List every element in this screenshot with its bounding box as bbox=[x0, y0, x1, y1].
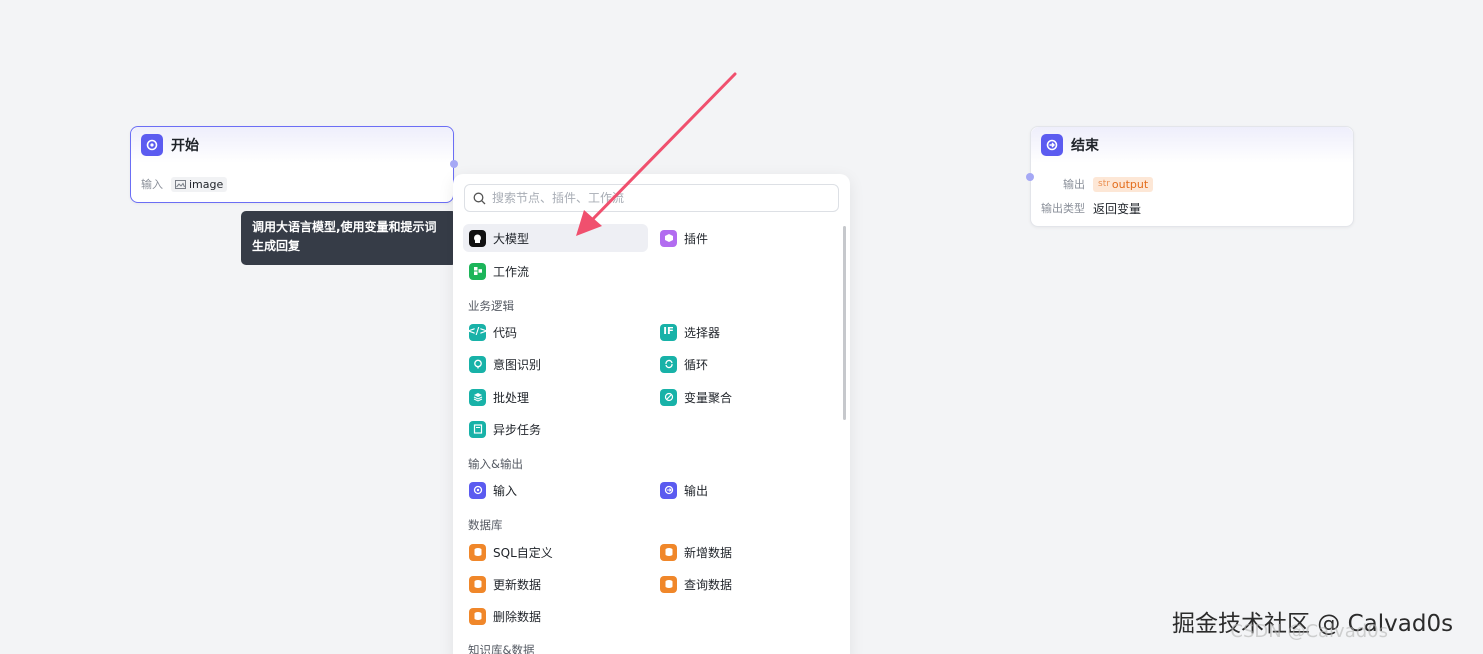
item-delete-data-label: 删除数据 bbox=[493, 609, 542, 624]
layers-icon bbox=[469, 388, 486, 406]
end-node-input-port[interactable] bbox=[1026, 173, 1034, 181]
output-var-name: output bbox=[1111, 177, 1149, 191]
workflow-icon bbox=[469, 262, 486, 280]
item-intent[interactable]: 意图识别 bbox=[463, 350, 641, 378]
string-type-icon: str bbox=[1098, 179, 1110, 189]
item-update-data[interactable]: 更新数据 bbox=[463, 570, 641, 598]
output-label: 输出 bbox=[1063, 178, 1085, 191]
item-output[interactable]: 输出 bbox=[654, 476, 832, 504]
output-type-value: 返回变量 bbox=[1093, 201, 1142, 216]
item-loop[interactable]: 循环 bbox=[654, 350, 832, 378]
item-update-data-label: 更新数据 bbox=[493, 577, 542, 592]
item-query-data[interactable]: 查询数据 bbox=[654, 570, 832, 598]
section-title-io: 输入&输出 bbox=[468, 457, 523, 471]
item-sql[interactable]: SQL自定义 bbox=[463, 538, 641, 566]
item-code-label: 代码 bbox=[493, 325, 518, 340]
node-picker-panel: 大模型 插件 工作流 业务逻辑 </> 代码 IF 选择器 意图识别 循环 bbox=[453, 174, 850, 654]
output-var-tag: str output bbox=[1093, 176, 1154, 192]
watermark: 掘金技术社区 @ Calvad0s CSDN @Calvad0s bbox=[1172, 604, 1453, 642]
item-llm-label: 大模型 bbox=[493, 231, 530, 246]
item-input[interactable]: 输入 bbox=[463, 476, 641, 504]
item-batch[interactable]: 批处理 bbox=[463, 383, 641, 411]
image-icon bbox=[175, 179, 186, 189]
item-code[interactable]: </> 代码 bbox=[463, 318, 641, 346]
item-loop-label: 循环 bbox=[684, 357, 709, 372]
search-input[interactable] bbox=[492, 191, 812, 205]
aggregate-icon bbox=[660, 388, 677, 406]
search-icon bbox=[473, 192, 486, 204]
item-add-data-label: 新增数据 bbox=[684, 545, 733, 560]
section-title-db: 数据库 bbox=[468, 518, 503, 532]
item-batch-label: 批处理 bbox=[493, 390, 530, 405]
database-add-icon bbox=[660, 543, 677, 561]
plugin-icon bbox=[660, 229, 677, 247]
item-selector[interactable]: IF 选择器 bbox=[654, 318, 832, 346]
loop-icon bbox=[660, 355, 677, 373]
item-sql-label: SQL自定义 bbox=[493, 545, 553, 560]
item-intent-label: 意图识别 bbox=[493, 357, 542, 372]
start-node-input-row: 输入 image bbox=[131, 172, 453, 196]
item-workflow[interactable]: 工作流 bbox=[463, 257, 641, 285]
item-plugin[interactable]: 插件 bbox=[654, 224, 832, 252]
item-add-data[interactable]: 新增数据 bbox=[654, 538, 832, 566]
output-type-label: 输出类型 bbox=[1041, 202, 1085, 215]
database-query-icon bbox=[660, 575, 677, 593]
start-icon bbox=[141, 134, 163, 156]
panel-scrollbar[interactable] bbox=[843, 226, 846, 420]
item-query-data-label: 查询数据 bbox=[684, 577, 733, 592]
if-icon: IF bbox=[660, 323, 677, 341]
database-delete-icon bbox=[469, 607, 486, 625]
end-node-output-row: 输出 str output bbox=[1031, 172, 1353, 196]
database-update-icon bbox=[469, 575, 486, 593]
input-var-tag: image bbox=[171, 176, 228, 192]
input-label: 输入 bbox=[141, 178, 163, 191]
start-node-title: 开始 bbox=[171, 138, 199, 154]
item-async-label: 异步任务 bbox=[493, 422, 542, 437]
item-llm[interactable]: 大模型 bbox=[463, 224, 648, 252]
end-icon bbox=[1041, 134, 1063, 156]
llm-tooltip: 调用大语言模型,使用变量和提示词 生成回复 bbox=[241, 211, 463, 265]
item-input-label: 输入 bbox=[493, 483, 518, 498]
item-var-aggregate-label: 变量聚合 bbox=[684, 390, 733, 405]
watermark-ghost: CSDN @Calvad0s bbox=[1230, 621, 1388, 642]
end-node-header: 结束 bbox=[1031, 127, 1353, 163]
section-title-kb: 知识库&数据 bbox=[468, 643, 535, 654]
item-workflow-label: 工作流 bbox=[493, 264, 530, 279]
item-plugin-label: 插件 bbox=[684, 231, 709, 246]
async-task-icon bbox=[469, 420, 486, 438]
item-async[interactable]: 异步任务 bbox=[463, 415, 641, 443]
tooltip-line-2: 生成回复 bbox=[252, 239, 301, 253]
search-box[interactable] bbox=[464, 184, 839, 212]
input-var-name: image bbox=[189, 177, 224, 191]
item-selector-label: 选择器 bbox=[684, 325, 721, 340]
item-var-aggregate[interactable]: 变量聚合 bbox=[654, 383, 832, 411]
tooltip-line-1: 调用大语言模型,使用变量和提示词 bbox=[252, 220, 437, 234]
start-node-output-port[interactable] bbox=[450, 160, 458, 168]
database-icon bbox=[469, 543, 486, 561]
input-node-icon bbox=[469, 481, 486, 499]
output-node-icon bbox=[660, 481, 677, 499]
section-title-logic: 业务逻辑 bbox=[468, 299, 514, 313]
end-node-title: 结束 bbox=[1071, 138, 1099, 154]
item-delete-data[interactable]: 删除数据 bbox=[463, 602, 641, 630]
end-node[interactable]: 结束 输出 str output 输出类型 返回变量 bbox=[1026, 126, 1354, 227]
start-node-header: 开始 bbox=[131, 127, 453, 163]
intent-icon bbox=[469, 355, 486, 373]
llm-icon bbox=[469, 229, 486, 247]
end-node-type-row: 输出类型 返回变量 bbox=[1031, 196, 1353, 220]
code-icon: </> bbox=[467, 323, 488, 341]
item-output-label: 输出 bbox=[684, 483, 709, 498]
start-node[interactable]: 开始 输入 image bbox=[130, 126, 458, 203]
